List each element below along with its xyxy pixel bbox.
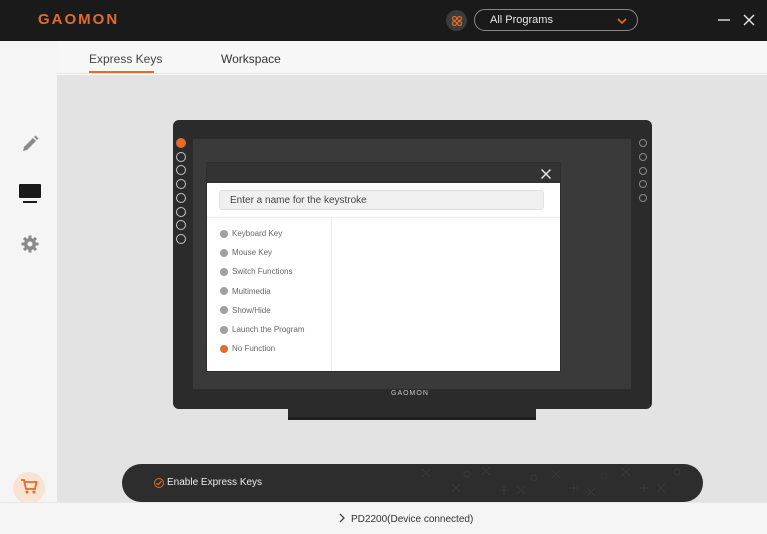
active-tab-indicator	[89, 71, 154, 73]
radio-dot	[220, 287, 228, 296]
tab-express-keys[interactable]: Express Keys	[89, 52, 162, 66]
option-keyboard-key[interactable]: Keyboard Key	[220, 224, 305, 243]
option-show-hide[interactable]: Show/Hide	[220, 301, 305, 320]
express-key-button-right[interactable]	[639, 194, 647, 203]
gear-icon[interactable]	[18, 233, 42, 255]
express-key-button-right[interactable]	[639, 166, 647, 175]
express-key-button[interactable]	[176, 138, 186, 148]
close-button[interactable]	[740, 11, 758, 29]
chevron-down-icon	[616, 14, 628, 34]
radio-dot	[220, 229, 228, 238]
title-bar: GAOMON All Programs	[0, 0, 767, 41]
option-label: Multimedia	[232, 286, 271, 296]
option-label: Switch Functions	[232, 267, 293, 277]
express-key-button[interactable]	[176, 206, 186, 217]
express-key-button[interactable]	[176, 233, 186, 244]
program-select[interactable]: All Programs	[474, 9, 638, 31]
option-mouse-key[interactable]: Mouse Key	[220, 243, 305, 262]
cart-button[interactable]	[13, 472, 45, 504]
option-label: Launch the Program	[232, 325, 305, 335]
cart-icon	[20, 477, 38, 500]
enable-express-keys-bar: Enable Express Keys	[122, 464, 703, 502]
option-launch-program[interactable]: Launch the Program	[220, 320, 305, 339]
keystroke-name-input[interactable]	[219, 190, 544, 210]
divider	[207, 217, 560, 218]
express-key-button-right[interactable]	[639, 180, 647, 189]
divider	[331, 217, 332, 371]
radio-dot	[220, 344, 228, 353]
option-no-function[interactable]: No Function	[220, 339, 305, 358]
enable-express-keys-toggle[interactable]: Enable Express Keys	[154, 477, 262, 488]
tablet-stand-base	[288, 417, 536, 420]
express-key-button[interactable]	[176, 192, 186, 203]
chevron-right-icon	[339, 513, 345, 526]
radio-dot	[220, 325, 228, 334]
device-status[interactable]: PD2200(Device connected)	[339, 513, 473, 526]
radio-dot	[220, 267, 228, 276]
option-label: No Function	[232, 344, 276, 354]
tab-bar: Express Keys Workspace	[57, 41, 767, 74]
express-key-button-right[interactable]	[639, 139, 647, 147]
device-name: PD2200(Device connected)	[351, 514, 474, 525]
tablet-logo: GAOMON	[391, 390, 429, 397]
app-logo: GAOMON	[38, 11, 120, 28]
option-multimedia[interactable]: Multimedia	[220, 282, 305, 301]
footer: PD2200(Device connected)	[0, 502, 767, 534]
pen-icon[interactable]	[18, 133, 42, 155]
express-key-button[interactable]	[176, 151, 186, 162]
option-label: Keyboard Key	[232, 229, 283, 239]
option-label: Mouse Key	[232, 248, 273, 258]
sidebar	[0, 41, 57, 534]
express-key-button[interactable]	[176, 165, 186, 176]
dialog-header	[207, 163, 560, 183]
express-key-button[interactable]	[176, 179, 186, 190]
radio-dot	[220, 248, 228, 257]
check-circle-icon	[154, 477, 164, 488]
express-key-button-right[interactable]	[639, 152, 647, 161]
enable-express-keys-label: Enable Express Keys	[167, 477, 263, 488]
function-option-list: Keyboard Key Mouse Key Switch Functions …	[220, 224, 305, 358]
express-key-button[interactable]	[176, 220, 186, 231]
display-icon[interactable]	[18, 182, 42, 204]
option-label: Show/Hide	[232, 305, 271, 315]
close-icon[interactable]	[540, 167, 552, 180]
keystroke-dialog: Keyboard Key Mouse Key Switch Functions …	[207, 163, 560, 371]
radio-dot	[220, 306, 228, 315]
program-apps-icon[interactable]	[446, 10, 467, 31]
program-select-value: All Programs	[490, 14, 553, 26]
minimize-button[interactable]	[715, 11, 733, 29]
tab-workspace[interactable]: Workspace	[221, 52, 281, 66]
option-switch-functions[interactable]: Switch Functions	[220, 262, 305, 281]
